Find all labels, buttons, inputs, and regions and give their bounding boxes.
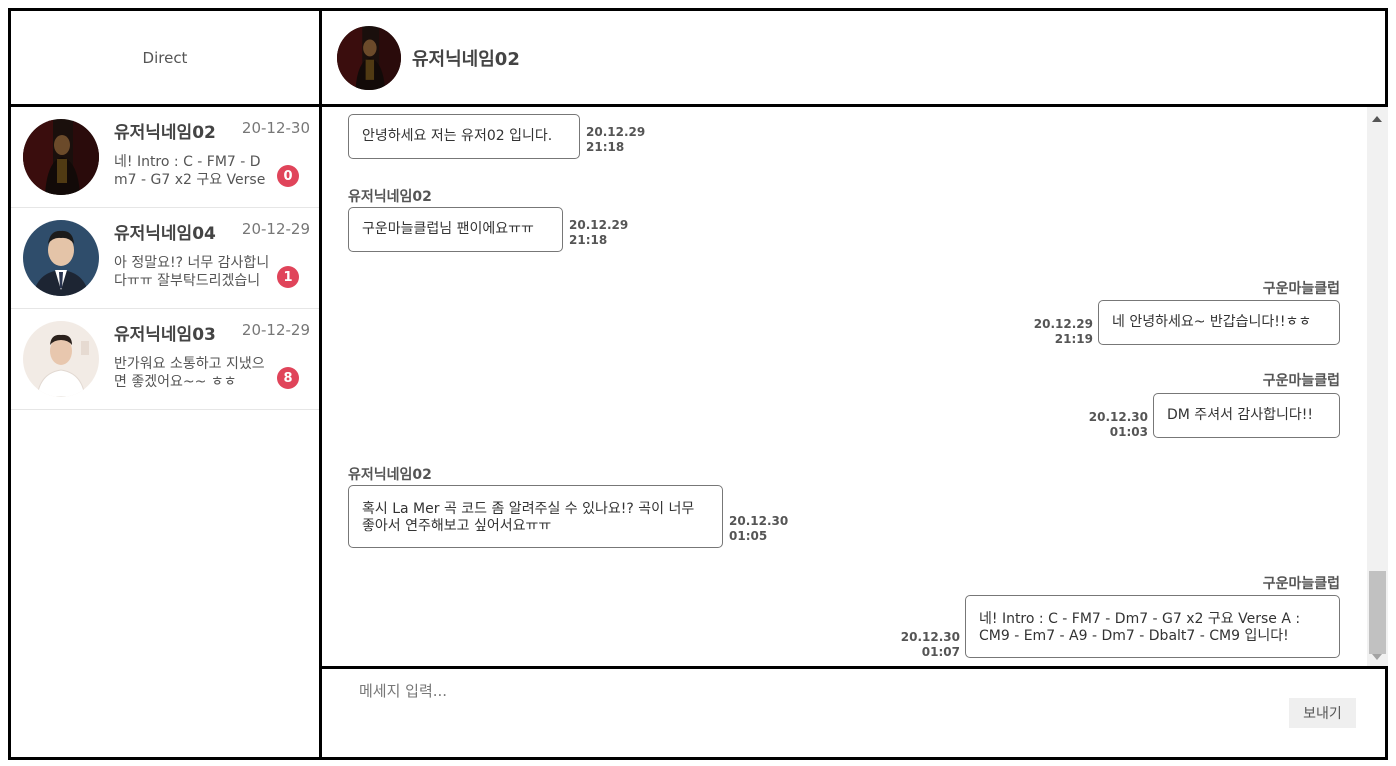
conversation-name: 유저닉네임04	[114, 224, 216, 244]
message-timestamp: 20.12.30 01:03	[1089, 410, 1148, 440]
message-bubble: 구운마늘클럽님 팬이에요ㅠㅠ	[348, 207, 563, 252]
message-text: 구운마늘클럽님 팬이에요ㅠㅠ	[362, 221, 534, 237]
conversation-item[interactable]: 유저닉네임02 20-12-30 네! Intro : C - FM7 - Dm…	[11, 107, 319, 208]
message-text: DM 주셔서 감사합니다!!	[1167, 407, 1314, 423]
message-time: 01:03	[1109, 425, 1148, 439]
message-sender: 구운마늘클럽	[1262, 281, 1340, 297]
message-time: 01:07	[921, 645, 960, 659]
message-time: 21:18	[569, 233, 608, 247]
avatar[interactable]	[337, 26, 401, 90]
message-list[interactable]: 안녕하세요 저는 유저02 입니다. 20.12.29 21:18 유저닉네임02…	[322, 107, 1388, 669]
message-sender: 유저닉네임02	[348, 467, 432, 483]
conversation-name: 유저닉네임03	[114, 325, 216, 345]
message-timestamp: 20.12.29 21:18	[569, 218, 628, 248]
message-input[interactable]	[359, 680, 1259, 720]
avatar	[23, 321, 99, 397]
conversation-sidebar: Direct 유저닉네임02 20-12-30 네! Intro : C - F…	[11, 11, 322, 757]
conversation-preview: 네! Intro : C - FM7 - Dm7 - G7 x2 구요 Vers…	[114, 154, 266, 188]
chat-panel: 유저닉네임02 안녕하세요 저는 유저02 입니다. 20.12.29 21:18…	[322, 11, 1388, 757]
message-timestamp: 20.12.30 01:05	[729, 514, 788, 544]
conversation-item[interactable]: 유저닉네임04 20-12-29 아 정말요!? 너무 감사합니다ㅠㅠ 잘부탁드…	[11, 208, 319, 309]
unread-badge: 1	[277, 266, 299, 288]
message-timestamp: 20.12.30 01:07	[901, 630, 960, 660]
sidebar-header: Direct	[11, 11, 319, 107]
conversation-name: 유저닉네임02	[114, 123, 216, 143]
message-bubble: 혹시 La Mer 곡 코드 좀 알려주실 수 있나요!? 곡이 너무 좋아서 …	[348, 485, 723, 548]
scroll-up-arrow-icon[interactable]	[1372, 116, 1382, 122]
send-button[interactable]: 보내기	[1289, 698, 1356, 728]
message-date: 20.12.30	[1088, 410, 1148, 424]
conversation-preview: 아 정말요!? 너무 감사합니다ㅠㅠ 잘부탁드리겠습니다	[114, 255, 270, 289]
message-date: 20.12.29	[569, 218, 629, 232]
conversation-item[interactable]: 유저닉네임03 20-12-29 반가워요 소통하고 지냈으면 좋겠어요~~ ㅎ…	[11, 309, 319, 410]
message-date: 20.12.30	[900, 630, 960, 644]
scroll-down-arrow-icon[interactable]	[1372, 654, 1382, 660]
scrollbar-thumb[interactable]	[1369, 571, 1386, 654]
messenger-window: Direct 유저닉네임02 20-12-30 네! Intro : C - F…	[8, 8, 1388, 760]
conversation-date: 20-12-29	[241, 321, 310, 339]
message-text: 안녕하세요 저는 유저02 입니다.	[362, 128, 553, 144]
message-sender: 유저닉네임02	[348, 189, 432, 205]
avatar	[23, 119, 99, 195]
message-time: 01:05	[729, 529, 768, 543]
message-composer: 보내기	[322, 669, 1388, 757]
chat-title: 유저닉네임02	[412, 49, 520, 70]
message-date: 20.12.29	[1033, 317, 1093, 331]
message-bubble: 네 안녕하세요~ 반갑습니다!!ㅎㅎ	[1098, 300, 1340, 345]
message-text: 네 안녕하세요~ 반갑습니다!!ㅎㅎ	[1112, 314, 1312, 330]
message-date: 20.12.30	[729, 514, 789, 528]
conversation-date: 20-12-29	[241, 220, 310, 238]
conversation-date: 20-12-30	[241, 119, 310, 137]
message-bubble: DM 주셔서 감사합니다!!	[1153, 393, 1340, 438]
message-sender: 구운마늘클럽	[1262, 373, 1340, 389]
unread-badge: 8	[277, 367, 299, 389]
message-bubble: 네! Intro : C - FM7 - Dm7 - G7 x2 구요 Vers…	[965, 595, 1340, 658]
message-date: 20.12.29	[586, 125, 646, 139]
message-time: 21:19	[1054, 332, 1093, 346]
message-sender: 구운마늘클럽	[1262, 576, 1340, 592]
conversation-preview: 반가워요 소통하고 지냈으면 좋겠어요~~ ㅎㅎ	[114, 356, 265, 390]
chat-header: 유저닉네임02	[322, 11, 1388, 107]
unread-badge: 0	[277, 165, 299, 187]
avatar	[23, 220, 99, 296]
message-time: 21:18	[586, 140, 625, 154]
message-timestamp: 20.12.29 21:19	[1034, 317, 1093, 347]
message-text: 혹시 La Mer 곡 코드 좀 알려주실 수 있나요!? 곡이 너무 좋아서 …	[362, 501, 695, 534]
message-timestamp: 20.12.29 21:18	[586, 125, 645, 155]
sidebar-title: Direct	[142, 48, 188, 67]
message-bubble: 안녕하세요 저는 유저02 입니다.	[348, 114, 580, 159]
message-text: 네! Intro : C - FM7 - Dm7 - G7 x2 구요 Vers…	[979, 611, 1301, 644]
message-scrollbar[interactable]	[1367, 107, 1388, 666]
